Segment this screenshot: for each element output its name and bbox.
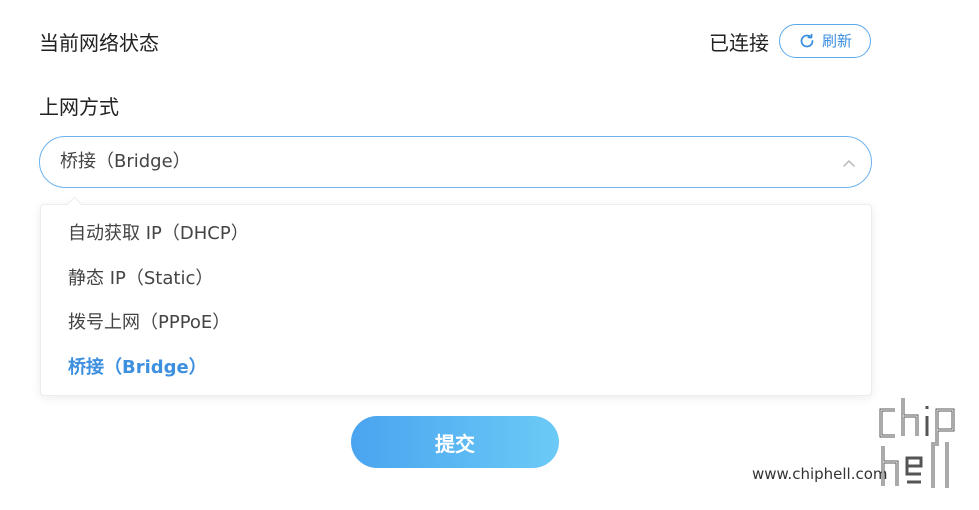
refresh-button[interactable]: 刷新 (779, 24, 871, 58)
option-dhcp[interactable]: 自动获取 IP（DHCP） (68, 222, 249, 246)
network-status-label: 当前网络状态 (39, 31, 159, 55)
refresh-label: 刷新 (821, 32, 852, 50)
dropdown-caret (66, 196, 83, 213)
network-settings-page: 当前网络状态 已连接 刷新 上网方式 桥接（Bridge） 自动获取 IP（DH… (0, 0, 979, 510)
submit-label: 提交 (435, 431, 475, 456)
option-static[interactable]: 静态 IP（Static） (68, 267, 213, 291)
connection-type-selected-value: 桥接（Bridge） (60, 151, 191, 172)
submit-button[interactable]: 提交 (351, 416, 559, 468)
option-bridge[interactable]: 桥接（Bridge） (68, 356, 207, 380)
option-pppoe[interactable]: 拨号上网（PPPoE） (68, 311, 230, 335)
watermark-site: www.chiphell.com (752, 465, 888, 483)
connection-type-select[interactable]: 桥接（Bridge） (39, 136, 872, 188)
chiphell-logo (877, 396, 969, 500)
chevron-up-icon (841, 155, 857, 175)
refresh-icon (798, 32, 816, 50)
network-status-value: 已连接 (709, 31, 769, 55)
connection-type-title: 上网方式 (39, 95, 119, 119)
connection-type-dropdown: 自动获取 IP（DHCP） 静态 IP（Static） 拨号上网（PPPoE） … (40, 196, 872, 396)
